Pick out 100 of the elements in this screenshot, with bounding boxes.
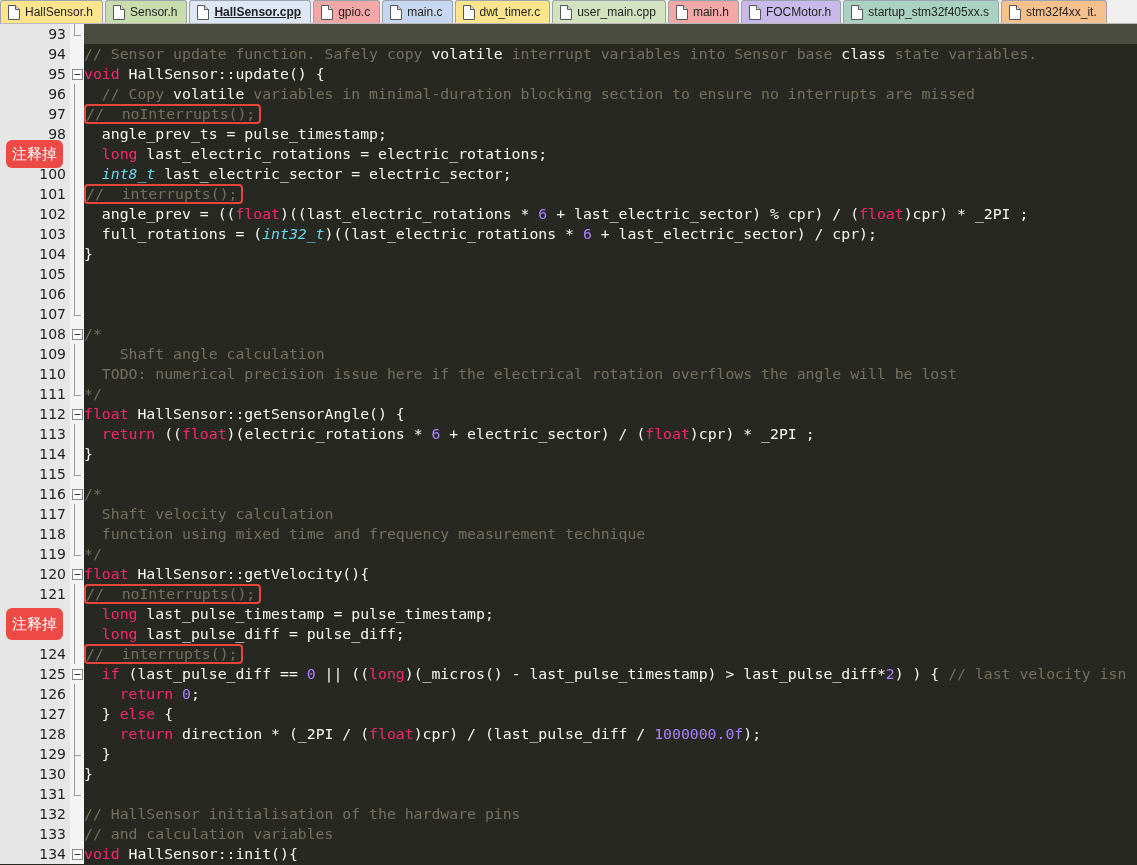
code-line: } else {: [100, 704, 174, 724]
code-line: // HallSensor initialisation of the hardware pins: [84, 804, 521, 824]
line-number: 128: [39, 726, 66, 742]
line-number: 131: [39, 786, 66, 802]
line-number: 107: [39, 306, 66, 322]
collapse-icon[interactable]: [71, 68, 83, 80]
code-line: /*: [84, 324, 102, 344]
line-number: 117: [39, 506, 66, 522]
collapse-icon[interactable]: [71, 568, 83, 580]
code-line: return 0;: [118, 684, 200, 704]
line-number: 127: [39, 706, 66, 722]
line-number: 112: [39, 406, 66, 422]
collapse-icon[interactable]: [71, 408, 83, 420]
code-line: */: [84, 544, 102, 564]
code-line: float HallSensor::getSensorAngle() {: [84, 404, 405, 424]
code-line: /*: [84, 484, 102, 504]
line-number: 126: [39, 686, 66, 702]
line-number: 100: [39, 166, 66, 182]
callout-label: 注释掉: [6, 140, 63, 168]
code-line: }: [84, 764, 93, 784]
code-line: return ((float)(electric_rotations * 6 + electric_sector) / (float)cpr) * _2PI ;: [100, 424, 815, 444]
line-number: 106: [39, 286, 66, 302]
file-tab[interactable]: HallSensor.cpp: [189, 0, 312, 23]
line-number: 101: [39, 186, 66, 202]
file-icon: [675, 4, 688, 20]
file-icon: [462, 4, 475, 20]
collapse-icon[interactable]: [71, 328, 83, 340]
code-line: Shaft angle calculation: [118, 344, 325, 364]
line-number: 110: [39, 366, 66, 382]
collapse-icon[interactable]: [71, 668, 83, 680]
line-number: 129: [39, 746, 66, 762]
line-number: 125: [39, 666, 66, 682]
file-icon: [748, 4, 761, 20]
file-tab[interactable]: FOCMotor.h: [740, 0, 842, 23]
collapse-icon[interactable]: [71, 848, 83, 860]
code-line: int8_t last_electric_sector = electric_sector;: [100, 164, 512, 184]
callout-label: 注释掉: [6, 608, 63, 640]
code-line: // Sensor update function. Safely copy volatile interrupt variables into Sensor base class state variables.: [84, 44, 1038, 64]
line-number: 134: [39, 846, 66, 862]
file-icon: [8, 4, 20, 20]
line-number: 121: [39, 586, 66, 602]
file-tab[interactable]: user_main.cpp: [552, 0, 666, 23]
code-line: long last_electric_rotations = electric_rotations;: [100, 144, 548, 164]
code-line: void HallSensor::init(){: [84, 844, 298, 864]
code-line: float HallSensor::getVelocity(){: [84, 564, 370, 584]
file-icon: [197, 4, 210, 20]
file-icon: [390, 4, 403, 20]
line-number: 116: [39, 486, 66, 502]
code-line: return direction * (_2PI / (float)cpr) / (last_pulse_diff / 1000000.0f);: [118, 724, 762, 744]
line-number: 130: [39, 766, 66, 782]
code-line: angle_prev_ts = pulse_timestamp;: [100, 124, 387, 144]
line-number: 124: [39, 646, 66, 662]
file-tab[interactable]: main.h: [667, 0, 739, 23]
file-tab[interactable]: HallSensor.h: [0, 0, 104, 23]
file-icon: [321, 4, 334, 20]
file-tab[interactable]: Sensor.h: [105, 0, 188, 23]
code-line: function using mixed time and frequency measurement technique: [100, 524, 646, 544]
code-line: angle_prev = ((float)((last_electric_rotations * 6 + last_electric_sector) % cpr) / (float)cpr) * _2PI ;: [100, 204, 1029, 224]
collapse-icon[interactable]: [71, 488, 83, 500]
code-line: }: [84, 244, 93, 264]
line-number: 105: [39, 266, 66, 282]
file-tab[interactable]: stm32f4xx_it.: [1001, 0, 1107, 23]
line-number: 109: [39, 346, 66, 362]
code-line: void HallSensor::update() {: [84, 64, 325, 84]
file-icon: [560, 4, 573, 20]
line-number: 93: [48, 26, 66, 42]
file-icon: [1009, 4, 1022, 20]
file-icon: [851, 4, 864, 20]
line-number: 118: [39, 526, 66, 542]
file-tab[interactable]: startup_stm32f405xx.s: [843, 0, 1000, 23]
line-number: 103: [39, 226, 66, 242]
code-line: */: [84, 384, 102, 404]
file-icon: [113, 4, 126, 20]
code-line: // Copy volatile variables in minimal-duration blocking section to ensure no interrupts are missed: [100, 84, 975, 104]
code-line: if (last_pulse_diff == 0 || ((long)(_micros() - last_pulse_timestamp) > last_pulse_diff*2) ) { // last velocity isn: [100, 664, 1127, 684]
line-number: 132: [39, 806, 66, 822]
line-number: 115: [39, 466, 66, 482]
line-number: 113: [39, 426, 66, 442]
line-number: 98: [48, 126, 66, 142]
line-number: 97: [48, 106, 66, 122]
code-line: }: [100, 744, 111, 764]
line-number: 104: [39, 246, 66, 262]
line-number: 114: [39, 446, 66, 462]
line-number: 120: [39, 566, 66, 582]
line-number: 111: [39, 386, 66, 402]
code-line: }: [84, 444, 93, 464]
line-number: 108: [39, 326, 66, 342]
line-number: 94: [48, 46, 66, 62]
line-number: 95: [48, 66, 66, 82]
line-number: 133: [39, 826, 66, 842]
code-line: full_rotations = (int32_t)((last_electric_rotations * 6 + last_electric_sector) / cpr);: [100, 224, 877, 244]
code-line: TODO: numerical precision issue here if the electrical rotation overflows the angle will be lost: [100, 364, 958, 384]
line-number: 102: [39, 206, 66, 222]
code-line: long last_pulse_diff = pulse_diff;: [100, 624, 405, 644]
file-tab[interactable]: gpio.c: [313, 0, 381, 23]
code-line: // and calculation variables: [84, 824, 334, 844]
line-number: 96: [48, 86, 66, 102]
file-tab[interactable]: main.c: [382, 0, 453, 23]
file-tab[interactable]: dwt_timer.c: [454, 0, 551, 23]
code-line: long last_pulse_timestamp = pulse_timestamp;: [100, 604, 494, 624]
